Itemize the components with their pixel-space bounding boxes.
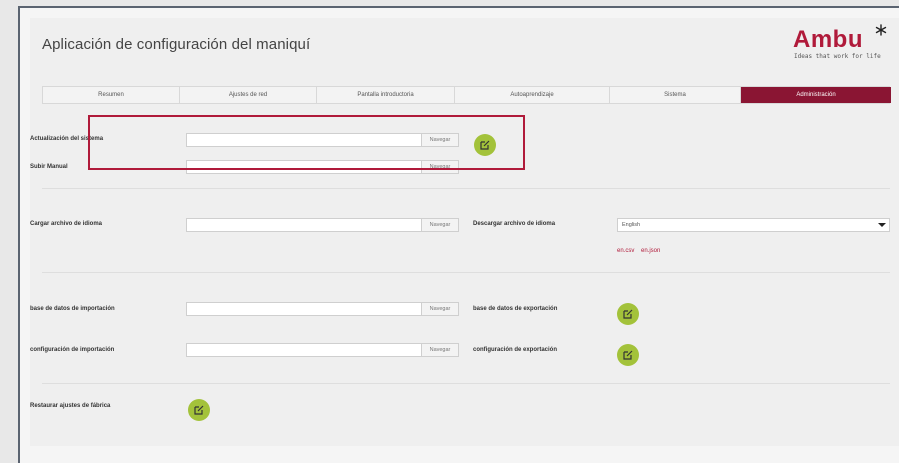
language-download-label: Descargar archivo de idioma: [473, 221, 556, 227]
logo-wordmark: Ambu: [793, 26, 863, 53]
language-upload-file-input[interactable]: Navegar: [186, 218, 459, 232]
section-divider: [42, 272, 890, 273]
config-export-action-button[interactable]: [617, 344, 639, 366]
edit-icon: [480, 140, 490, 150]
tab-ajustes-de-red[interactable]: Ajustes de red: [180, 87, 317, 103]
ambu-logo: Ambu Ideas that work for life: [793, 24, 889, 66]
language-select-value: English: [622, 222, 641, 228]
tab-administracion[interactable]: Administración: [741, 87, 891, 103]
config-import-file-input[interactable]: Navegar: [186, 343, 459, 357]
system-update-file-input[interactable]: Navegar: [186, 133, 459, 147]
factory-reset-action-button[interactable]: [188, 399, 210, 421]
manual-upload-label: Subir Manual: [30, 164, 68, 170]
config-import-browse-button[interactable]: Navegar: [421, 344, 458, 356]
db-import-file-input[interactable]: Navegar: [186, 302, 459, 316]
language-upload-browse-button[interactable]: Navegar: [421, 219, 458, 231]
db-export-action-button[interactable]: [617, 303, 639, 325]
db-import-label: base de datos de importación: [30, 306, 115, 312]
logo-tagline: Ideas that work for life: [794, 53, 881, 60]
edit-icon: [623, 350, 633, 360]
language-select[interactable]: English: [617, 218, 890, 232]
edit-icon: [623, 309, 633, 319]
system-update-browse-button[interactable]: Navegar: [421, 134, 458, 146]
page-title: Aplicación de configuración del maniquí: [42, 36, 311, 53]
download-link-csv[interactable]: en.csv: [617, 248, 634, 254]
manual-upload-file-input[interactable]: Navegar: [186, 160, 459, 174]
config-export-label: configuración de exportación: [473, 347, 558, 353]
language-upload-label: Cargar archivo de idioma: [30, 221, 103, 227]
config-import-label: configuración de importación: [30, 347, 115, 353]
download-link-json[interactable]: en.json: [641, 248, 660, 254]
tab-pantalla-introductoria[interactable]: Pantalla introductoria: [317, 87, 455, 103]
tab-autoaprendizaje[interactable]: Autoaprendizaje: [455, 87, 610, 103]
section-divider: [42, 383, 890, 384]
db-export-label: base de datos de exportación: [473, 306, 558, 312]
manual-upload-browse-button[interactable]: Navegar: [421, 161, 458, 173]
logo-star-icon: [875, 24, 887, 36]
edit-icon: [194, 405, 204, 415]
main-panel: [30, 18, 899, 446]
section-divider: [42, 188, 890, 189]
db-import-browse-button[interactable]: Navegar: [421, 303, 458, 315]
system-update-action-button[interactable]: [474, 134, 496, 156]
chevron-down-icon: [878, 223, 886, 227]
system-update-label: Actualización del sistema: [30, 136, 104, 142]
tab-bar: Resumen Ajustes de red Pantalla introduc…: [42, 86, 891, 104]
factory-reset-label: Restaurar ajustes de fábrica: [30, 403, 111, 409]
tab-resumen[interactable]: Resumen: [43, 87, 180, 103]
tab-sistema[interactable]: Sistema: [610, 87, 741, 103]
